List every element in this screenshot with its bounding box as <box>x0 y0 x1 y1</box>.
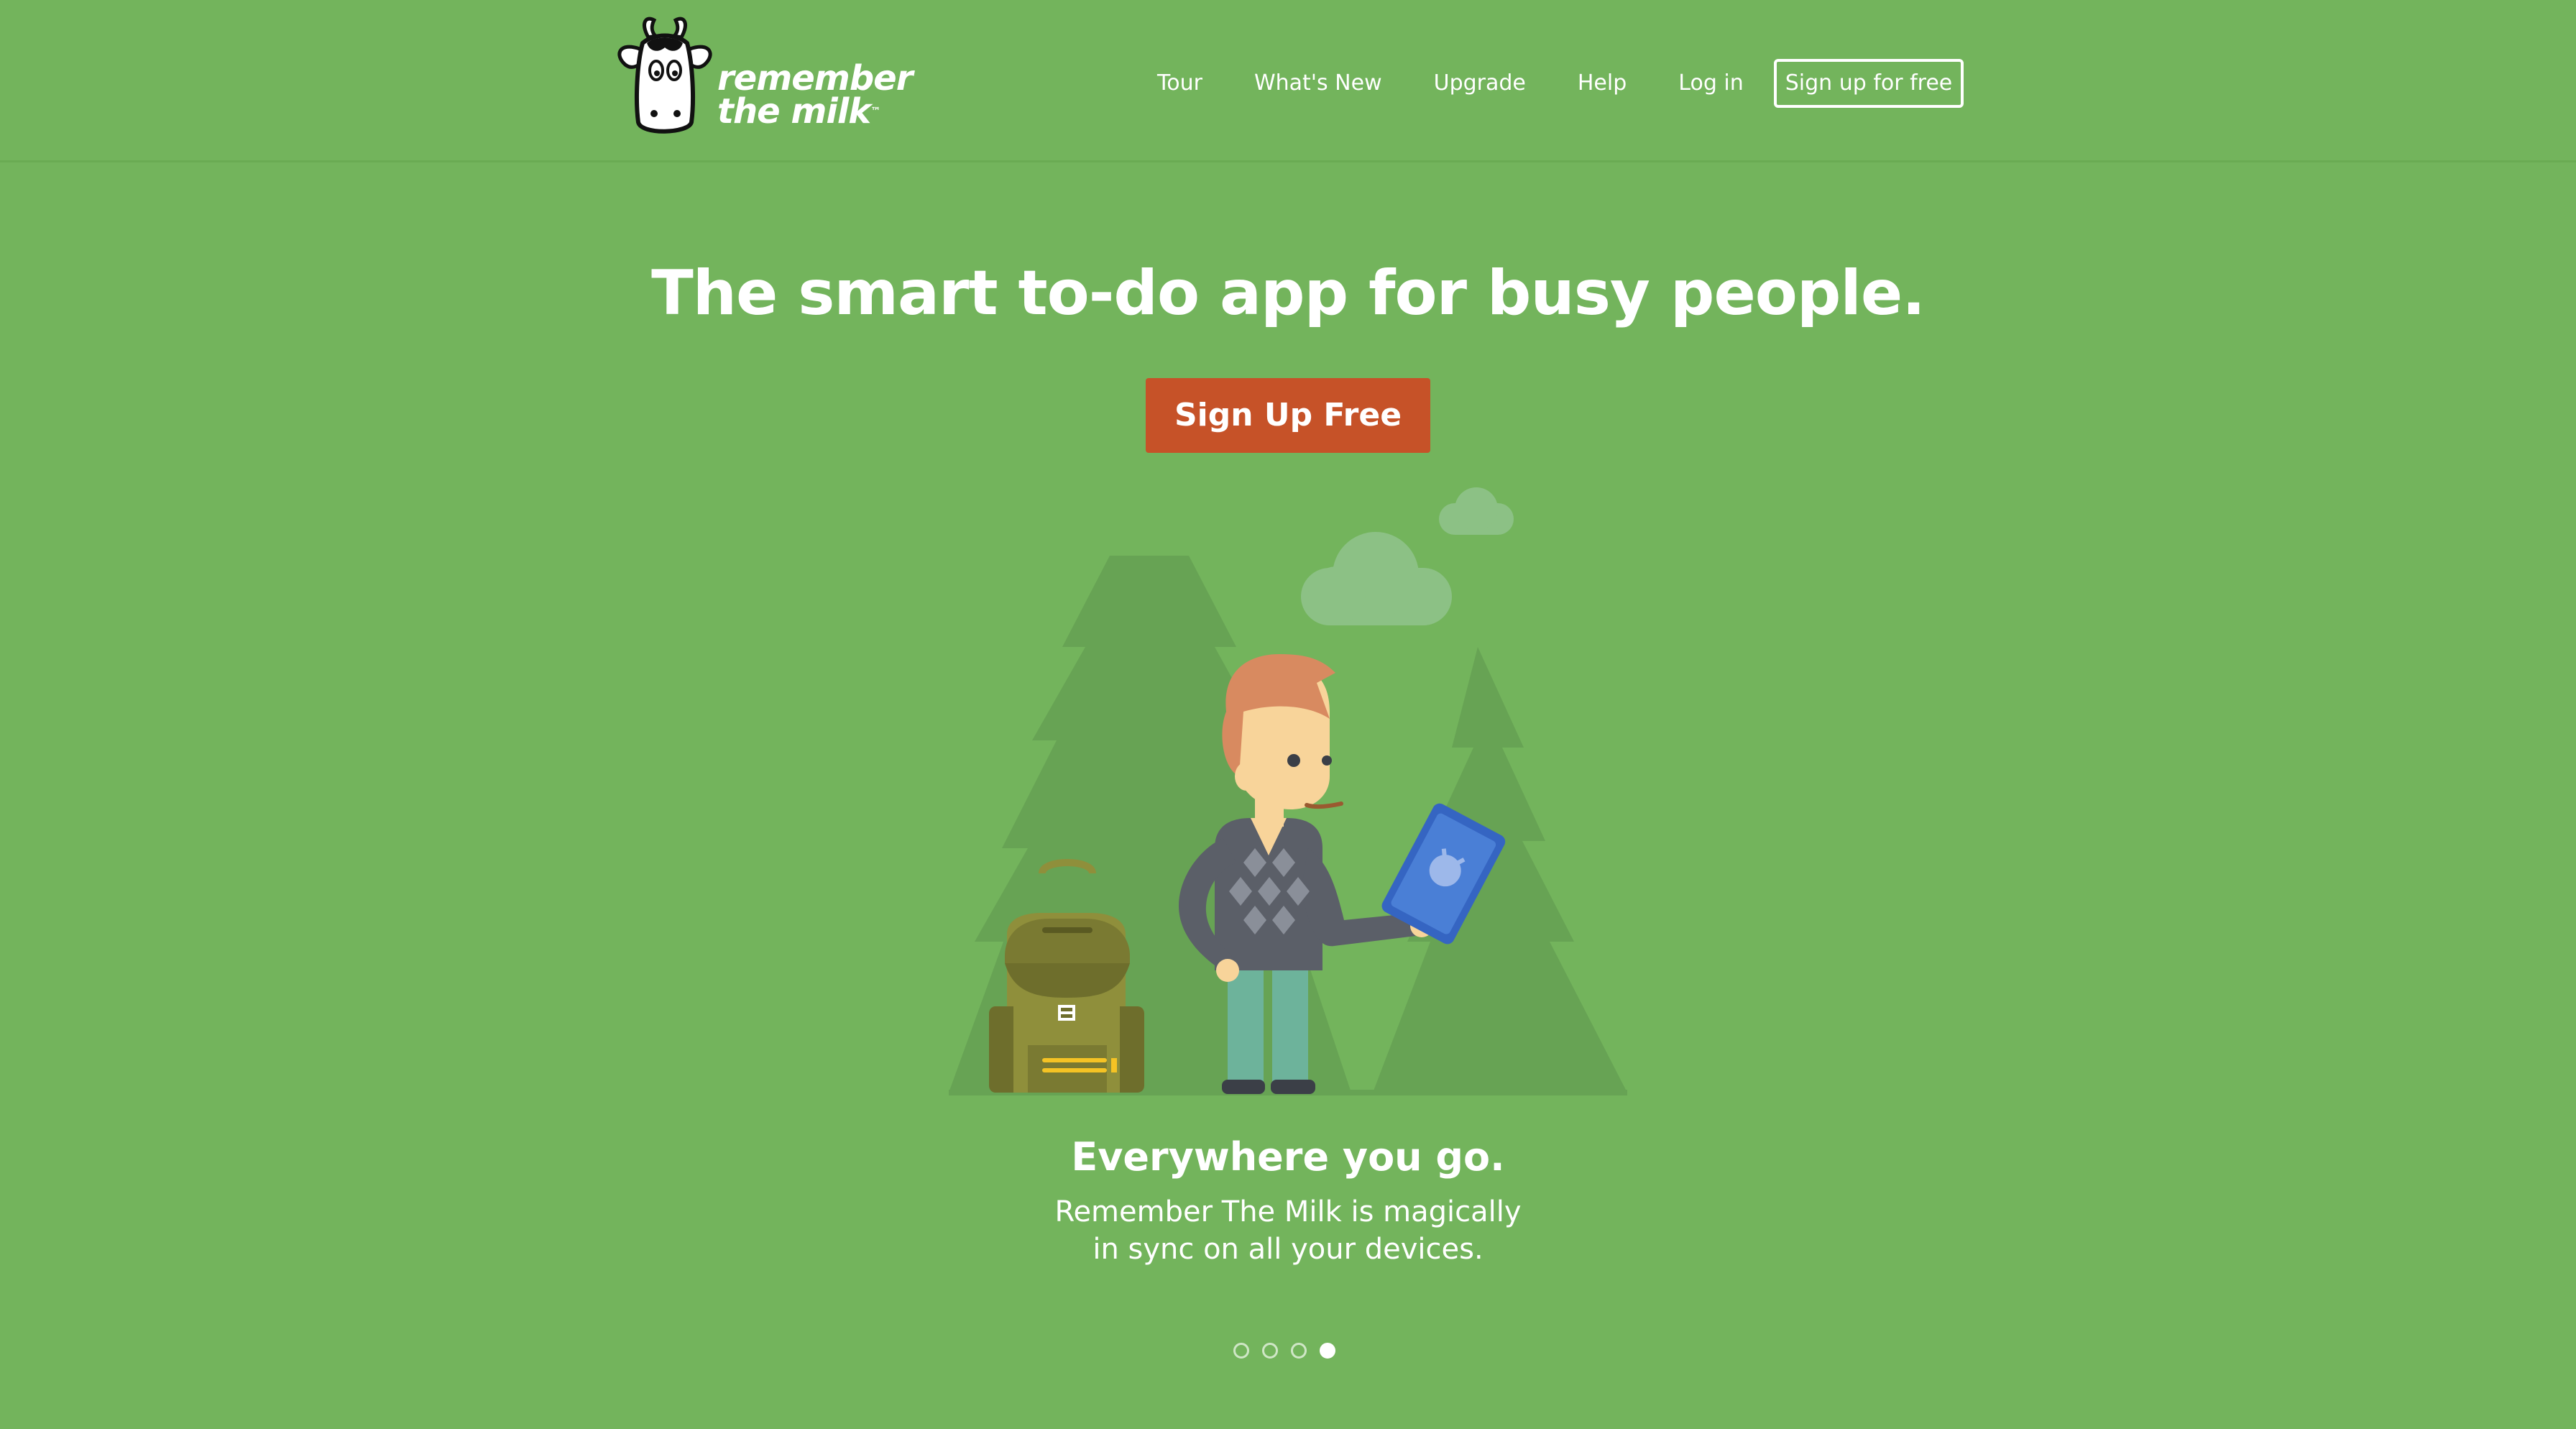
nav-tour[interactable]: Tour <box>1157 60 1202 106</box>
main-nav: Tour What's New Upgrade Help Log in Sign… <box>1157 59 1964 108</box>
carousel-dot-1[interactable] <box>1233 1343 1249 1359</box>
carousel-dot-4[interactable] <box>1320 1343 1335 1359</box>
slide-title: Everywhere you go. <box>1071 1134 1505 1180</box>
nav-help[interactable]: Help <box>1578 60 1627 106</box>
logo-link[interactable]: remember the milk™ <box>611 14 913 144</box>
carousel-dot-3[interactable] <box>1291 1343 1307 1359</box>
carousel-pagination <box>1233 1343 1348 1359</box>
cow-logo-icon <box>617 17 712 134</box>
nav-login[interactable]: Log in <box>1678 60 1743 106</box>
signup-button[interactable]: Sign up for free <box>1774 59 1964 108</box>
slide-body: Remember The Milk is magically in sync o… <box>1036 1193 1540 1268</box>
trademark: ™ <box>870 106 880 117</box>
slide-body-line1: Remember The Milk is magically <box>1054 1195 1522 1228</box>
top-navigation-bar: remember the milk™ Tour What's New Upgra… <box>0 0 2576 162</box>
nav-upgrade[interactable]: Upgrade <box>1434 60 1526 106</box>
logo-line2: the milk <box>717 91 871 132</box>
hero-headline: The smart to-do app for busy people. <box>651 257 1926 329</box>
slide-body-line2: in sync on all your devices. <box>1092 1233 1484 1266</box>
small-cloud-icon <box>1439 487 1514 535</box>
carousel-dot-2[interactable] <box>1262 1343 1278 1359</box>
nav-whats-new[interactable]: What's New <box>1254 60 1382 106</box>
large-cloud-icon <box>1301 532 1452 625</box>
person-with-tablet-illustration <box>949 487 1627 1095</box>
logo-wordmark: remember the milk™ <box>717 61 913 129</box>
sign-up-free-button[interactable]: Sign Up Free <box>1146 378 1430 453</box>
